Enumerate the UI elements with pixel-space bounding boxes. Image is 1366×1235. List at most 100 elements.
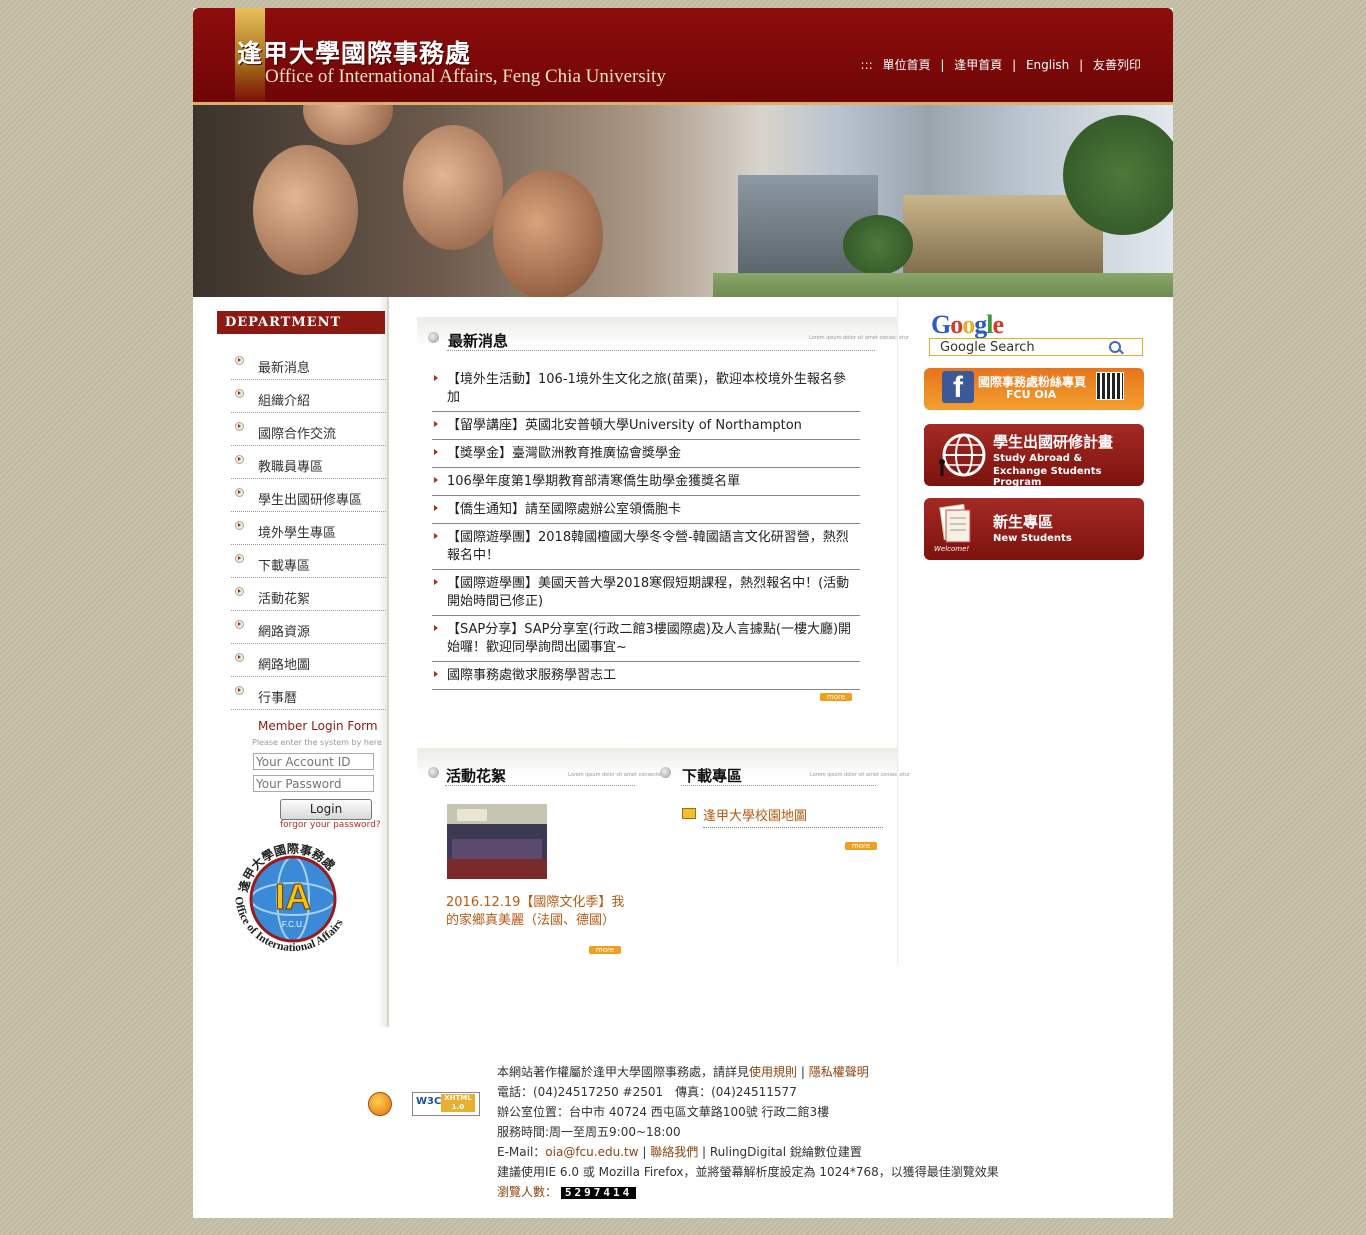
news-item-text: 【國際遊學團】2018韓國檀國大學冬令營-韓國語言文化研習營，熱烈報名中！ — [447, 530, 849, 563]
activity-caption[interactable]: 2016.12.19【國際文化季】我的家鄉真美麗（法國、德國） — [446, 894, 628, 930]
password-input[interactable] — [253, 775, 374, 792]
login-button[interactable]: Login — [280, 799, 372, 820]
menu-item-news[interactable]: 最新消息 — [231, 348, 386, 380]
news-item-text: 【留學講座】英國北安普頓大學University of Northampton — [447, 418, 802, 433]
department-menu: 最新消息 組織介紹 國際合作交流 教職員專區 學生出國研修專區 境外學生專區 下… — [231, 348, 386, 711]
study-abroad-sub1: Study Abroad & — [993, 453, 1083, 464]
accessibility-badge-icon[interactable] — [368, 1092, 392, 1116]
menu-item-calendar[interactable]: 行事曆 — [231, 678, 386, 710]
login-form-title: Member Login Form — [258, 719, 378, 733]
link-english[interactable]: English — [1026, 58, 1069, 72]
news-item[interactable]: 【SAP分享】SAP分享室(行政二館3樓國際處)及人言據點(一樓大廳)開始囉！歡… — [432, 621, 860, 662]
menu-item-label: 下載專區 — [258, 559, 311, 574]
activities-title[interactable]: 活動花絮 — [446, 765, 506, 786]
login-form-subtitle: Please enter the system by here — [252, 738, 382, 747]
downloads-section-icon — [660, 767, 671, 778]
w3c-label: W3C — [416, 1096, 442, 1107]
visitor-counter: 5297414 — [560, 1186, 637, 1199]
contact-link[interactable]: 聯絡我們 — [650, 1145, 698, 1159]
menu-item-activities[interactable]: 活動花絮 — [231, 579, 386, 611]
google-letter: g — [974, 310, 987, 339]
menu-item-label: 國際合作交流 — [258, 427, 337, 442]
activities-more-button[interactable]: more — [589, 946, 621, 954]
terms-link[interactable]: 使用規則 — [749, 1065, 797, 1079]
news-section-icon — [428, 332, 439, 343]
arrow-icon — [434, 579, 438, 585]
footer-copyright: 本網站著作權屬於逢甲大學國際事務處，請詳見使用規則 | 隱私權聲明 — [497, 1065, 869, 1079]
news-item[interactable]: 國際事務處徵求服務學習志工 — [432, 667, 860, 690]
menu-item-label: 學生出國研修專區 — [258, 493, 363, 508]
ia-seal-logo: 逢甲大學國際事務處 Office of International Affair… — [227, 833, 359, 965]
news-item[interactable]: 106學年度第1學期教育部清寒僑生助學金獲獎名單 — [432, 473, 860, 496]
email-label: E-Mail： — [497, 1145, 546, 1159]
menu-item-label: 網路地圖 — [258, 658, 311, 673]
footer: 本網站著作權屬於逢甲大學國際事務處，請詳見使用規則 | 隱私權聲明 電話：(04… — [497, 1062, 1137, 1202]
banner-lawn — [713, 273, 1173, 297]
activities-tagline: Lorem ipsum dolor sit amet consectetur — [568, 772, 669, 778]
menu-item-organization[interactable]: 組織介紹 — [231, 381, 386, 413]
search-icon[interactable] — [1109, 341, 1121, 353]
email-link[interactable]: oia@fcu.edu.tw — [545, 1145, 638, 1159]
arrow-icon — [434, 449, 438, 455]
menu-item-faculty[interactable]: 教職員專區 — [231, 447, 386, 479]
site-title-zh[interactable]: 逢甲大學國際事務處 — [237, 34, 471, 70]
link-fcu-home[interactable]: 逢甲首頁 — [954, 58, 1002, 72]
menu-item-study-abroad[interactable]: 學生出國研修專區 — [231, 480, 386, 512]
page: 逢甲大學國際事務處 Office of International Affair… — [193, 8, 1173, 1218]
footer-phone: 電話：(04)24517250 #2501 傳真：(04)24511577 — [497, 1085, 797, 1099]
news-title[interactable]: 最新消息 — [448, 330, 508, 351]
activity-photo[interactable] — [447, 804, 547, 879]
arrow-icon — [434, 533, 438, 539]
privacy-link[interactable]: 隱私權聲明 — [809, 1065, 869, 1079]
news-item-text: 【僑生通知】請至國際處辦公室領僑胞卡 — [447, 502, 682, 517]
news-item[interactable]: 【境外生活動】106-1境外生文化之旅(苗栗)，歡迎本校境外生報名參加 — [432, 371, 860, 412]
activities-section-icon — [428, 767, 439, 778]
w3c-xhtml-badge[interactable]: W3C XHTML 1.0 — [412, 1092, 480, 1116]
news-item[interactable]: 【獎學金】臺灣歐洲教育推廣協會獎學金 — [432, 445, 860, 468]
download-item[interactable]: 逢甲大學校園地圖 — [703, 805, 883, 828]
menu-item-downloads[interactable]: 下載專區 — [231, 546, 386, 578]
google-letter: e — [992, 310, 1004, 339]
new-students-banner[interactable]: Welcome! 新生專區 New Students — [924, 498, 1144, 560]
bullet-icon — [235, 620, 244, 629]
study-abroad-banner[interactable]: 學生出國研修計畫 Study Abroad & Exchange Student… — [924, 424, 1144, 486]
menu-item-label: 組織介紹 — [258, 394, 311, 409]
menu-item-international-cooperation[interactable]: 國際合作交流 — [231, 414, 386, 446]
link-unit-home[interactable]: 單位首頁 — [883, 58, 931, 72]
menu-item-label: 境外學生專區 — [258, 526, 337, 541]
facebook-icon: f — [942, 371, 974, 404]
google-letter: G — [931, 310, 951, 339]
separator: | — [940, 58, 945, 72]
welcome-text: Welcome! — [934, 545, 970, 553]
news-item[interactable]: 【國際遊學團】美國天普大學2018寒假短期課程，熱烈報名中！(活動開始時間已修正… — [432, 575, 860, 616]
account-id-input[interactable] — [253, 753, 374, 770]
menu-item-label: 教職員專區 — [258, 460, 324, 475]
seal-sub: F.C.U. — [282, 920, 304, 929]
menu-item-web-resources[interactable]: 網路資源 — [231, 612, 386, 644]
study-abroad-sub2: Exchange Students Program — [993, 466, 1102, 486]
menu-item-label: 最新消息 — [258, 361, 311, 376]
arrow-icon — [434, 421, 438, 427]
news-item-text: 106學年度第1學期教育部清寒僑生助學金獲獎名單 — [447, 474, 741, 489]
news-more-button[interactable]: more — [820, 693, 852, 701]
downloads-more-button[interactable]: more — [845, 842, 877, 850]
news-list: 【境外生活動】106-1境外生文化之旅(苗栗)，歡迎本校境外生報名參加 【留學講… — [432, 371, 860, 695]
site-title-en[interactable]: Office of International Affairs, Feng Ch… — [265, 66, 666, 88]
downloads-tagline: Lorem ipsum dolor sit amet consectetur — [810, 772, 911, 778]
bullet-icon — [235, 455, 244, 464]
news-item[interactable]: 【留學講座】英國北安普頓大學University of Northampton — [432, 417, 860, 440]
facebook-fanpage-banner[interactable]: f 國際事務處粉絲專頁 FCU OIA — [924, 368, 1144, 410]
news-item[interactable]: 【國際遊學團】2018韓國檀國大學冬令營-韓國語言文化研習營，熱烈報名中！ — [432, 529, 860, 570]
news-item[interactable]: 【僑生通知】請至國際處辦公室領僑胞卡 — [432, 501, 860, 524]
banner-face — [253, 145, 358, 275]
banner-face — [303, 105, 393, 145]
menu-item-international-students[interactable]: 境外學生專區 — [231, 513, 386, 545]
link-print[interactable]: 友善列印 — [1093, 58, 1141, 72]
builder-text: RulingDigital 銳綸數位建置 — [709, 1145, 862, 1159]
separator: | — [1012, 58, 1017, 72]
menu-item-sitemap[interactable]: 網路地圖 — [231, 645, 386, 677]
news-item-text: 國際事務處徵求服務學習志工 — [447, 668, 617, 683]
google-letter: o — [950, 310, 963, 339]
downloads-title[interactable]: 下載專區 — [682, 765, 742, 786]
bullet-icon — [235, 422, 244, 431]
